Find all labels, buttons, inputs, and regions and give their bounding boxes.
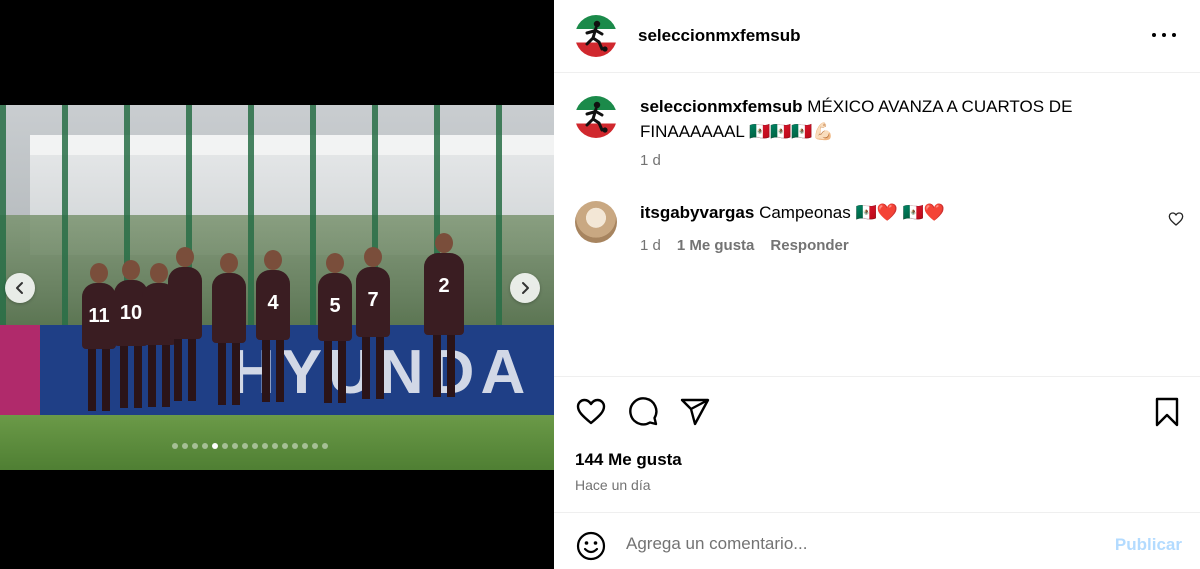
likes-count[interactable]: 144 Me gusta xyxy=(575,450,682,470)
comment-text: itsgabyvargas Campeonas 🇲🇽❤️ 🇲🇽❤️ xyxy=(640,203,945,223)
carousel-dot xyxy=(232,443,238,449)
share-icon[interactable] xyxy=(679,396,711,428)
post-photo: HYUNDA 11 10 4 5 7 2 xyxy=(0,105,554,470)
avatar[interactable] xyxy=(575,96,617,138)
comment-username[interactable]: itsgabyvargas xyxy=(640,203,754,222)
post-details-panel: seleccionmxfemsub seleccionmxfemsub MÉXI… xyxy=(554,0,1200,569)
flag-emoji: 🇲🇽 xyxy=(855,203,877,222)
caption-text: seleccionmxfemsub MÉXICO AVANZA A CUARTO… xyxy=(640,94,1120,144)
carousel-indicator xyxy=(172,443,328,449)
comment-heart-icon[interactable] xyxy=(1168,211,1184,227)
post-actions xyxy=(575,396,1179,428)
player: 11 xyxy=(82,263,116,411)
carousel-next-button[interactable] xyxy=(510,273,540,303)
heart-icon[interactable] xyxy=(575,396,607,428)
player: 7 xyxy=(356,247,390,399)
carousel-dot xyxy=(322,443,328,449)
carousel-dot xyxy=(302,443,308,449)
red-heart-emoji: ❤️ xyxy=(923,203,945,222)
post-author-username[interactable]: seleccionmxfemsub xyxy=(638,26,801,46)
emoji-icon[interactable] xyxy=(575,530,607,562)
carousel-dot xyxy=(312,443,318,449)
avatar[interactable] xyxy=(575,201,617,243)
post-media: HYUNDA 11 10 4 5 7 2 xyxy=(0,0,554,569)
carousel-dot xyxy=(262,443,268,449)
carousel-dot xyxy=(222,443,228,449)
player: 4 xyxy=(256,250,290,402)
comment-meta: 1 d 1 Me gusta Responder xyxy=(640,237,849,254)
player: 5 xyxy=(318,253,352,403)
carousel-dot xyxy=(172,443,178,449)
carousel-dot xyxy=(242,443,248,449)
comment-input[interactable] xyxy=(626,529,1086,559)
carousel-dot xyxy=(252,443,258,449)
carousel-dot xyxy=(292,443,298,449)
carousel-dot xyxy=(192,443,198,449)
comment-icon[interactable] xyxy=(627,396,659,428)
comment-bar: Publicar xyxy=(554,512,1200,569)
caption-emoji: 🇲🇽🇲🇽🇲🇽💪🏻 xyxy=(748,122,834,141)
divider xyxy=(554,376,1200,377)
bookmark-icon[interactable] xyxy=(1151,396,1183,428)
caption-username[interactable]: seleccionmxfemsub xyxy=(640,97,803,116)
soccer-player-logo-icon xyxy=(585,101,608,133)
player xyxy=(168,247,202,401)
carousel-prev-button[interactable] xyxy=(5,273,35,303)
carousel-dot xyxy=(282,443,288,449)
reply-button[interactable]: Responder xyxy=(770,237,848,254)
publish-button[interactable]: Publicar xyxy=(1115,535,1182,555)
caption-timestamp[interactable]: 1 d xyxy=(640,152,661,169)
player xyxy=(212,253,246,405)
carousel-dot xyxy=(202,443,208,449)
comment-body: Campeonas xyxy=(759,203,851,222)
flag-emoji: 🇲🇽 xyxy=(902,203,924,222)
carousel-dot xyxy=(182,443,188,449)
player: 2 xyxy=(424,233,464,397)
more-options-icon[interactable] xyxy=(1152,25,1176,45)
chevron-left-icon xyxy=(16,282,23,294)
carousel-dot xyxy=(212,443,218,449)
chevron-right-icon xyxy=(522,282,529,294)
post-timestamp[interactable]: Hace un día xyxy=(575,477,651,493)
soccer-player-logo-icon xyxy=(585,20,608,52)
post-header: seleccionmxfemsub xyxy=(554,0,1200,73)
avatar[interactable] xyxy=(575,15,617,57)
red-heart-emoji: ❤️ xyxy=(876,203,898,222)
comment-timestamp[interactable]: 1 d xyxy=(640,237,661,254)
carousel-dot xyxy=(272,443,278,449)
comment-like-count[interactable]: 1 Me gusta xyxy=(677,237,755,254)
